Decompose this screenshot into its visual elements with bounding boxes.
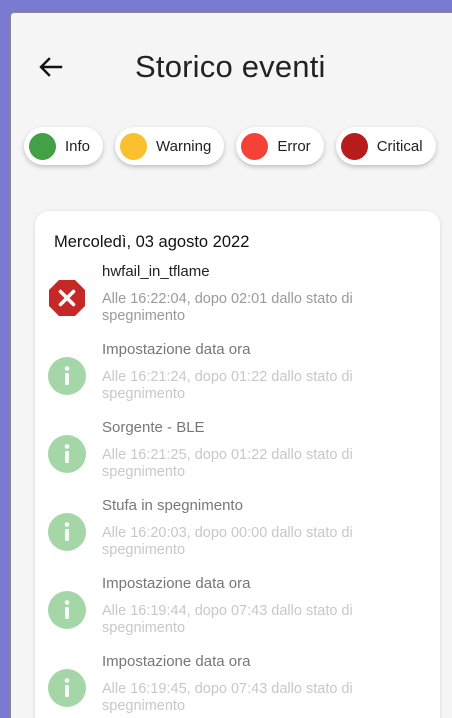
filter-label: Critical (376, 137, 423, 155)
event-desc: Alle 16:19:44, dopo 07:43 dallo stato di… (102, 603, 353, 636)
event-list: hwfail_in_tflame Alle 16:22:04, dopo 02:… (35, 261, 440, 718)
event-name: Sorgente - BLE (102, 419, 205, 436)
events-card: Mercoledì, 03 agosto 2022 hwfail_in_tfla… (35, 211, 440, 718)
filter-label: Info (65, 137, 91, 155)
event-item[interactable]: Impostazione data ora Alle 16:19:44, dop… (35, 573, 440, 651)
event-item[interactable]: Sorgente - BLE Alle 16:21:25, dopo 01:22… (35, 417, 440, 495)
event-name: Impostazione data ora (102, 341, 251, 358)
event-name: Impostazione data ora (102, 653, 251, 670)
back-button[interactable] (37, 53, 65, 81)
event-name: Impostazione data ora (102, 575, 251, 592)
info-icon (48, 435, 86, 473)
event-desc: Alle 16:20:03, dopo 00:00 dallo stato di… (102, 525, 353, 558)
event-name: Stufa in spegnimento (102, 497, 243, 514)
filter-chip-info[interactable]: Info (24, 127, 104, 165)
error-dot-icon (241, 132, 269, 160)
event-desc: Alle 16:22:04, dopo 02:01 dallo stato di… (102, 291, 353, 324)
event-name: hwfail_in_tflame (102, 263, 210, 280)
filter-label: Warning (156, 137, 212, 155)
filter-label: Error (277, 137, 311, 155)
event-item[interactable]: Stufa in spegnimento Alle 16:20:03, dopo… (35, 495, 440, 573)
event-desc: Alle 16:19:45, dopo 07:43 dallo stato di… (102, 681, 353, 714)
error-octagon-icon (49, 280, 85, 316)
info-icon (48, 513, 86, 551)
info-icon (48, 357, 86, 395)
filter-chip-critical[interactable]: Critical (335, 127, 436, 165)
warning-dot-icon (120, 132, 148, 160)
event-desc: Alle 16:21:25, dopo 01:22 dallo stato di… (102, 447, 353, 480)
filter-chip-error[interactable]: Error (236, 127, 324, 165)
info-icon (48, 591, 86, 629)
screen: Storico eventi Info Warning Error Critic… (10, 12, 452, 718)
event-item[interactable]: hwfail_in_tflame Alle 16:22:04, dopo 02:… (35, 261, 440, 339)
filter-chips: Info Warning Error Critical (24, 127, 436, 165)
page-title: Storico eventi (135, 49, 326, 84)
arrow-left-icon (39, 57, 63, 77)
info-icon (48, 669, 86, 707)
filter-chip-warning[interactable]: Warning (115, 127, 225, 165)
event-desc: Alle 16:21:24, dopo 01:22 dallo stato di… (102, 369, 353, 402)
info-dot-icon (29, 132, 56, 160)
event-item[interactable]: Impostazione data ora Alle 16:19:45, dop… (35, 651, 440, 718)
critical-dot-icon (340, 132, 368, 160)
event-item[interactable]: Impostazione data ora Alle 16:21:24, dop… (35, 339, 440, 417)
date-header: Mercoledì, 03 agosto 2022 (54, 233, 250, 251)
